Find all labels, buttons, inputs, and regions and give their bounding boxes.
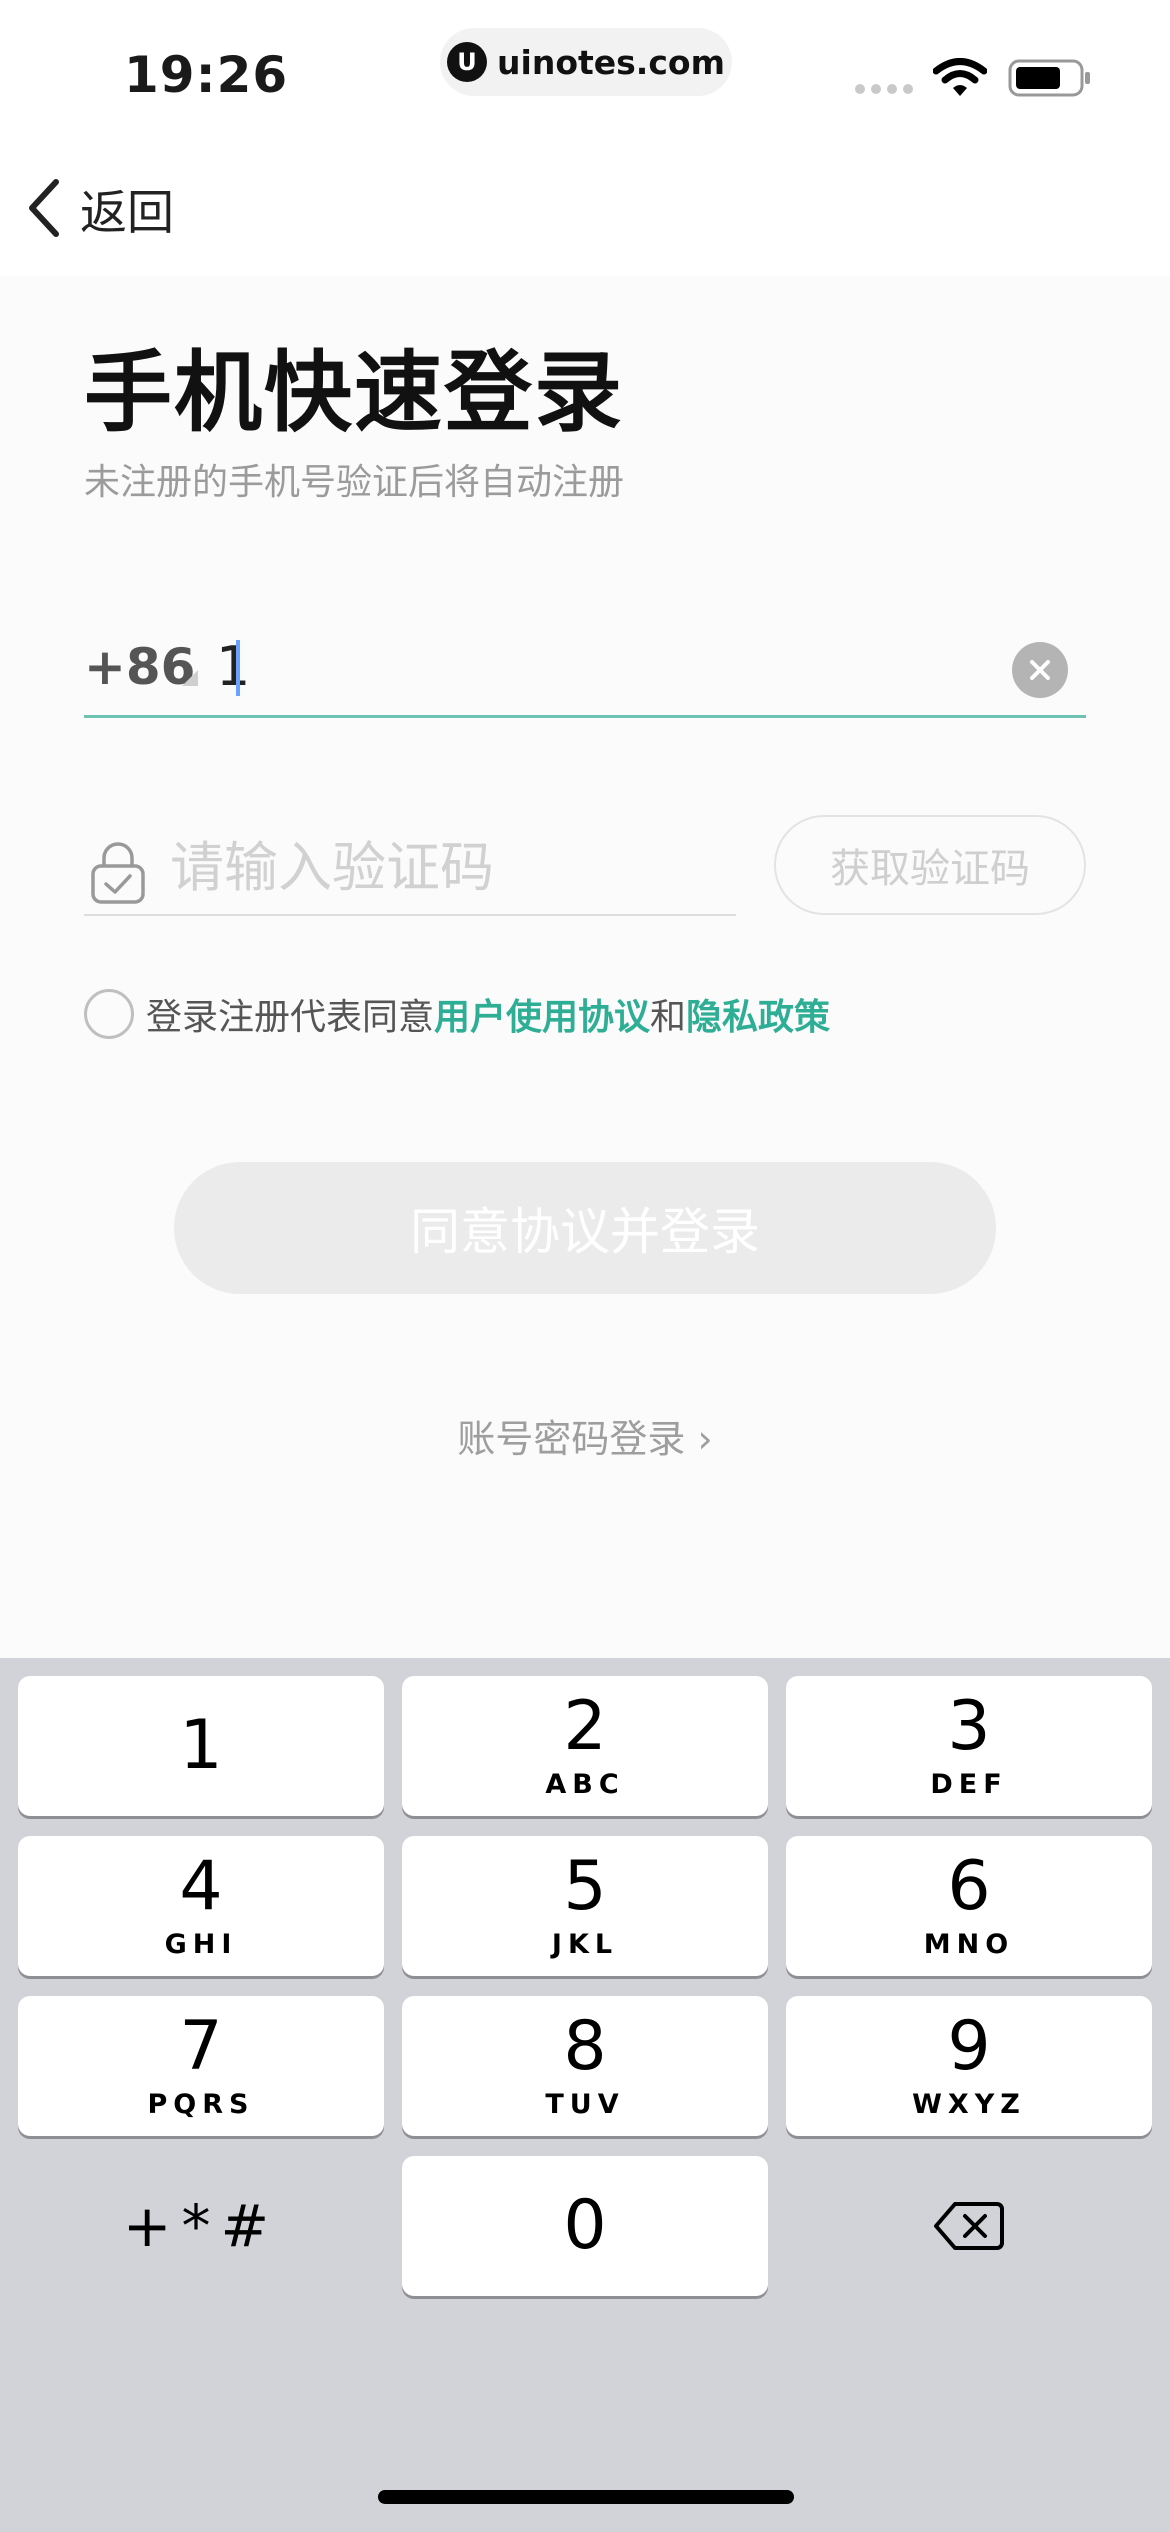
- key-0[interactable]: 0: [402, 2156, 768, 2296]
- chevron-left-icon: [29, 179, 59, 237]
- key-8[interactable]: 8 TUV: [402, 1996, 768, 2136]
- text-cursor: [236, 640, 240, 696]
- key-3[interactable]: 3 DEF: [786, 1676, 1152, 1816]
- key-1[interactable]: 1: [18, 1676, 384, 1816]
- key-digit: 9: [947, 2006, 991, 2086]
- lock-icon: [91, 842, 145, 904]
- key-letters: ABC: [545, 1768, 625, 1800]
- battery-icon: [1008, 59, 1090, 97]
- get-code-button[interactable]: 获取验证码: [774, 815, 1086, 915]
- phone-field-row: +86: [84, 630, 1086, 718]
- key-letters: JKL: [551, 1928, 619, 1960]
- wifi-icon: [933, 58, 987, 96]
- code-input[interactable]: [170, 834, 710, 900]
- numeric-keyboard: 1 2 ABC 3 DEF 4 GHI 5 JKL 6 MNO 7 PQRS 8…: [0, 1658, 1170, 2532]
- url-text: uinotes.com: [497, 42, 725, 82]
- key-5[interactable]: 5 JKL: [402, 1836, 768, 1976]
- key-letters: TUV: [545, 2088, 625, 2120]
- close-icon: [1030, 660, 1050, 680]
- key-letters: MNO: [923, 1928, 1015, 1960]
- code-field-row: [84, 820, 736, 916]
- privacy-policy-link[interactable]: 隐私政策: [686, 988, 830, 1040]
- key-4[interactable]: 4 GHI: [18, 1836, 384, 1976]
- phone-input[interactable]: [216, 636, 976, 696]
- site-logo-icon: U: [447, 42, 488, 82]
- agreement-row: 登录注册代表同意 用户使用协议 和 隐私政策: [84, 988, 830, 1040]
- key-2[interactable]: 2 ABC: [402, 1676, 768, 1816]
- key-digit: 2: [563, 1686, 607, 1766]
- key-digit: 0: [563, 2186, 607, 2265]
- clear-button[interactable]: [1012, 642, 1068, 698]
- key-9[interactable]: 9 WXYZ: [786, 1996, 1152, 2136]
- status-time: 19:26: [124, 46, 289, 104]
- backspace-icon: [934, 2202, 1004, 2250]
- back-label: 返回: [80, 185, 174, 241]
- key-digit: 6: [947, 1846, 991, 1926]
- key-digit: 4: [179, 1846, 223, 1926]
- key-symbols[interactable]: +*#: [18, 2156, 384, 2296]
- key-digit: 3: [947, 1686, 991, 1766]
- key-letters: GHI: [164, 1928, 238, 1960]
- agreement-prefix: 登录注册代表同意: [146, 997, 435, 1038]
- status-bar: 19:26 U uinotes.com: [0, 0, 1170, 140]
- page-subtitle: 未注册的手机号验证后将自动注册: [84, 462, 625, 503]
- key-letters: WXYZ: [912, 2088, 1026, 2120]
- cellular-signal-icon: [855, 84, 913, 94]
- page-title: 手机快速登录: [84, 341, 625, 444]
- password-login-link[interactable]: 账号密码登录 ›: [0, 1408, 1170, 1463]
- country-code-selector[interactable]: +86: [84, 638, 195, 696]
- url-pill[interactable]: U uinotes.com: [440, 28, 732, 96]
- key-letters: PQRS: [147, 2088, 255, 2120]
- agreement-checkbox[interactable]: [84, 989, 134, 1039]
- country-code-caret-icon: [182, 670, 198, 686]
- key-letters: DEF: [930, 1768, 1008, 1800]
- agreement-conjunction: 和: [650, 997, 687, 1038]
- key-digit: 5: [563, 1846, 607, 1926]
- key-digit: 7: [179, 2006, 223, 2086]
- key-digit: 1: [179, 1706, 223, 1785]
- key-7[interactable]: 7 PQRS: [18, 1996, 384, 2136]
- login-button[interactable]: 同意协议并登录: [174, 1162, 996, 1294]
- key-digit: 8: [563, 2006, 607, 2086]
- user-agreement-link[interactable]: 用户使用协议: [434, 988, 650, 1040]
- nav-bar: 返回: [0, 140, 1170, 276]
- key-6[interactable]: 6 MNO: [786, 1836, 1152, 1976]
- home-indicator[interactable]: [378, 2490, 794, 2504]
- key-delete[interactable]: [786, 2156, 1152, 2296]
- key-symbols-label: +*#: [122, 2192, 280, 2260]
- back-button[interactable]: 返回: [22, 170, 174, 246]
